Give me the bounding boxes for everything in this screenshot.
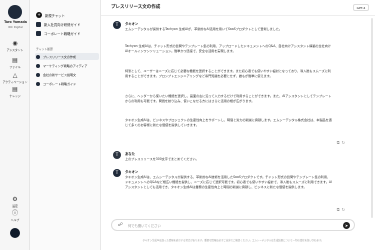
chat-main: プレスリリース文の作成 GPT-4 T タキオン エムシーデジタルが提供するTa…	[101, 0, 375, 250]
message-paragraph: 上のプレスリリースを300文字でまとめてください。	[125, 157, 199, 161]
message-paragraph: タキオン生成AIは、エムシーデジタルが提供する、革新的なAI技術を活用したSaa…	[125, 175, 332, 190]
brand-logo	[10, 228, 20, 238]
message-paragraph: 特筆として、ユーザーはニーズに応じて必要な機能を選択することができます。また初心…	[125, 69, 331, 79]
page-title: プレスリリース文の作成	[111, 5, 161, 10]
disclaimer: タキオン生成AIは誤った情報を表示する場合があります。重要な情報は必ずご自身でご…	[142, 239, 324, 242]
message-actions[interactable]: ⧉↻	[337, 207, 347, 212]
message-paragraph: Tachyon 生成AIは、チャット形式の質問やテンプレート集の利用、アップロー…	[125, 44, 331, 54]
divider	[101, 15, 375, 16]
rail-item-label: アクティベーション	[2, 80, 28, 84]
history-item[interactable]: コーポレート戦略ガイド	[35, 80, 99, 87]
rail-item-knowledge[interactable]: ▤ ナレッジ	[0, 86, 30, 98]
pin-icon	[36, 22, 41, 27]
chat-icon: ◉	[12, 40, 18, 47]
chat-bubble-icon	[36, 63, 40, 68]
message-paragraph: タキオン生成AIは、ビジネスやプロジェクトの生産性向上をサポートし、時間と労力の…	[125, 118, 332, 128]
message-actions[interactable]: ⧉↻	[337, 140, 347, 145]
new-chat-button[interactable]: + 新規チャット	[36, 12, 65, 18]
model-selector[interactable]: GPT-4	[353, 4, 369, 11]
rail-item-label: 設定	[12, 204, 18, 208]
chat-sidebar: + 新規チャット 新入社員向け研修ガイド コーポレート戦略ガイド チャット履歴 …	[30, 0, 101, 250]
assistant-avatar: T	[113, 21, 121, 29]
rail-item-activation[interactable]: △ アクティベーション	[0, 72, 30, 84]
scrollbar[interactable]	[371, 18, 373, 218]
pinned-label: コーポレート戦略ガイド	[44, 32, 81, 36]
user-avatar: T	[113, 151, 121, 159]
rail-item-settings[interactable]: ⚙ 設定	[0, 196, 30, 208]
history-item[interactable]: 会社の新サービス説明文	[35, 71, 99, 78]
chat-bubble-icon	[36, 81, 40, 86]
new-chat-label: 新規チャット	[45, 13, 65, 18]
rail-item-assistant[interactable]: ◉ アシスタント	[0, 40, 30, 52]
rail-item-label: ファイル	[9, 65, 21, 69]
rail-item-label: ヘルプ	[10, 218, 20, 222]
attach-icon[interactable]: ☍	[118, 222, 123, 228]
history-label: コーポレート戦略ガイド	[43, 81, 77, 86]
rail-item-label: アシスタント	[6, 48, 24, 52]
chat-input[interactable]: 何でも聞いてください	[128, 223, 161, 228]
user-avatar[interactable]	[8, 5, 22, 19]
history-item[interactable]: プレスリリース文の作成	[35, 53, 99, 60]
plus-icon: +	[36, 12, 42, 18]
history-label: マーケティング戦略のアイディア	[43, 63, 88, 68]
pinned-item[interactable]: 新入社員向け研修ガイド	[36, 22, 80, 27]
chat-input-bar[interactable]: ☍ 何でも聞いてください ➤	[111, 219, 355, 231]
help-icon: ⓘ	[11, 210, 18, 217]
file-icon: ▤	[12, 57, 18, 64]
rail-item-help[interactable]: ⓘ ヘルプ	[0, 210, 30, 222]
history-label: プレスリリース文の作成	[43, 54, 76, 59]
message-author: タキオン	[125, 22, 139, 26]
knowledge-icon: ▤	[12, 86, 18, 93]
gear-icon: ⚙	[12, 196, 18, 203]
chat-bubble-icon	[36, 72, 40, 77]
left-rail: Taro Yamada IRC Digital ◉ アシスタント ▤ ファイル …	[0, 0, 30, 250]
rail-item-file[interactable]: ▤ ファイル	[0, 57, 30, 69]
message-author: タキオン	[125, 170, 139, 174]
pinned-label: 新入社員向け研修ガイド	[44, 23, 81, 27]
chat-bubble-icon	[36, 54, 40, 59]
message-author: あなた	[125, 152, 135, 156]
history-label: 会社の新サービス説明文	[43, 72, 77, 77]
send-button[interactable]: ➤	[343, 222, 350, 229]
message-paragraph: さらに、ヘッダーから使いたい機能を選択し、画面の左に沿って入力するだけで利用する…	[125, 94, 332, 104]
user-org: IRC Digital	[8, 25, 23, 29]
rail-item-label: ナレッジ	[9, 94, 21, 98]
message-paragraph: エムシーデジタルが提供するTachyon 生成AIが、革新的なAI活用を用いてS…	[125, 27, 283, 31]
pin-icon	[36, 31, 41, 36]
history-heading: チャット履歴	[36, 47, 53, 51]
pinned-item[interactable]: コーポレート戦略ガイド	[36, 31, 80, 36]
history-item[interactable]: マーケティング戦略のアイディア	[35, 62, 99, 69]
assistant-avatar: T	[113, 169, 121, 177]
activation-icon: △	[12, 72, 18, 79]
user-name: Taro Yamada	[4, 20, 27, 24]
